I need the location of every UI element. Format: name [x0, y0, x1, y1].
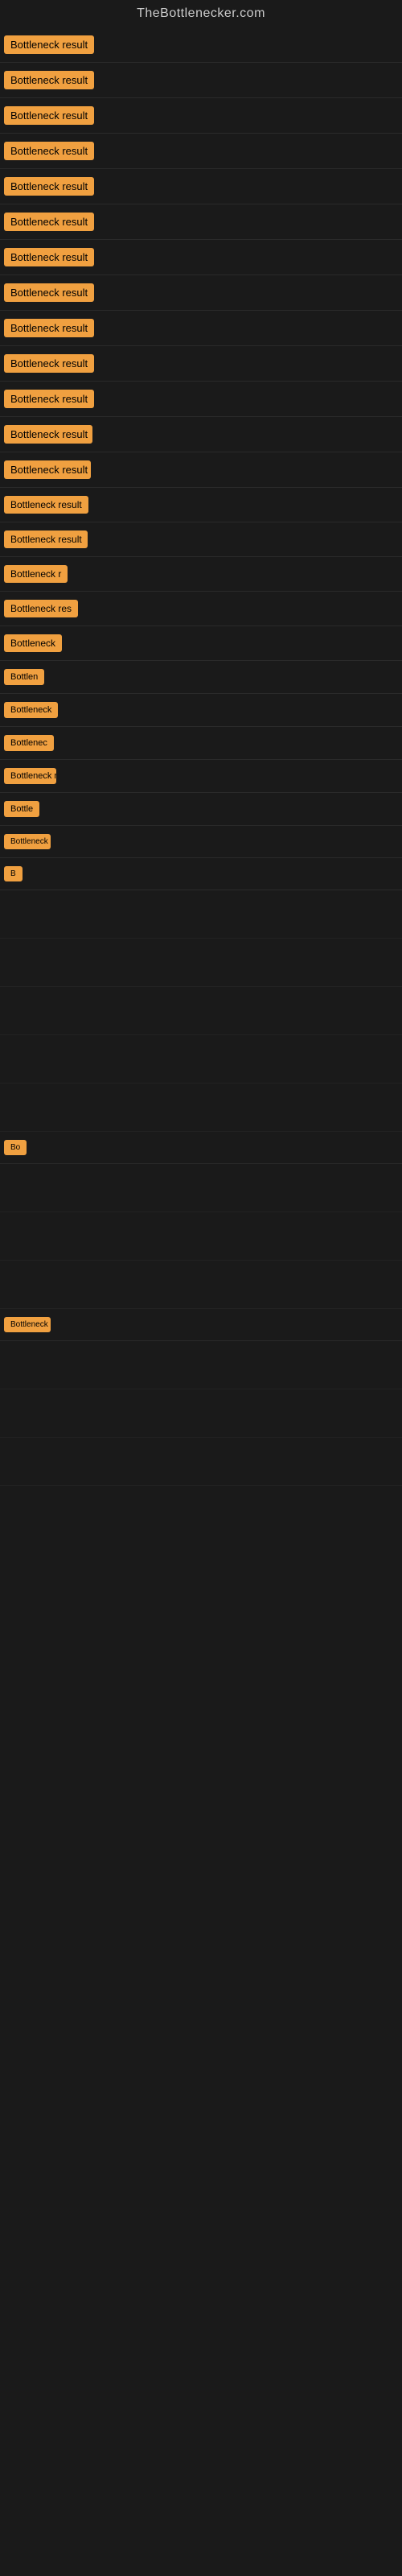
bottleneck-result-badge[interactable]: Bottleneck res [4, 600, 78, 617]
bottleneck-result-badge[interactable]: Bottleneck result [4, 142, 94, 160]
list-item: Bottlen [0, 661, 402, 694]
list-item: Bottleneck [0, 626, 402, 661]
bottleneck-result-badge[interactable]: Bottleneck result [4, 354, 94, 373]
list-item: Bottleneck result [0, 275, 402, 311]
list-item: Bottleneck result [0, 311, 402, 346]
bottleneck-result-badge[interactable]: Bottleneck result [4, 460, 91, 479]
list-item: Bottleneck [0, 826, 402, 858]
list-item [0, 1438, 402, 1486]
bottleneck-result-badge[interactable]: Bottleneck r [4, 768, 56, 784]
bottleneck-result-badge[interactable]: Bottleneck result [4, 496, 88, 514]
list-item: Bottleneck r [0, 557, 402, 592]
bottleneck-result-badge[interactable]: Bottleneck result [4, 106, 94, 125]
list-item: Bottleneck result [0, 240, 402, 275]
list-item: Bottleneck result [0, 346, 402, 382]
list-item [0, 1261, 402, 1309]
list-item [0, 890, 402, 939]
bottleneck-result-badge[interactable]: Bottleneck result [4, 213, 94, 231]
bottleneck-result-badge[interactable]: Bottleneck [4, 634, 62, 652]
list-item: Bo [0, 1132, 402, 1164]
list-item: Bottleneck result [0, 169, 402, 204]
list-item: Bottleneck r [0, 760, 402, 793]
bottleneck-result-badge[interactable]: Bottlen [4, 669, 44, 685]
list-item [0, 1341, 402, 1389]
list-item: Bottleneck result [0, 382, 402, 417]
bottleneck-result-badge[interactable]: B [4, 866, 23, 881]
list-item [0, 1212, 402, 1261]
list-item: Bottleneck result [0, 452, 402, 488]
bottleneck-result-badge[interactable]: Bottleneck result [4, 530, 88, 548]
bottleneck-result-badge[interactable]: Bottleneck result [4, 319, 94, 337]
list-item: Bottleneck result [0, 63, 402, 98]
list-item: Bottleneck result [0, 522, 402, 557]
list-item: Bottleneck result [0, 417, 402, 452]
list-item: Bottleneck result [0, 27, 402, 63]
bottleneck-result-badge[interactable]: Bottleneck result [4, 425, 92, 444]
bottleneck-result-badge[interactable]: Bottleneck result [4, 283, 94, 302]
list-item [0, 939, 402, 987]
list-item: B [0, 858, 402, 890]
bottleneck-result-badge[interactable]: Bottleneck result [4, 390, 94, 408]
site-title-bar: TheBottlenecker.com [0, 0, 402, 27]
bottleneck-result-badge[interactable]: Bottleneck r [4, 565, 68, 583]
list-item [0, 1164, 402, 1212]
bottleneck-result-badge[interactable]: Bottleneck r [4, 1317, 51, 1332]
list-item: Bottleneck res [0, 592, 402, 626]
list-item: Bottlenec [0, 727, 402, 760]
bottleneck-result-badge[interactable]: Bottle [4, 801, 39, 817]
list-item [0, 987, 402, 1035]
list-item: Bottle [0, 793, 402, 826]
list-item: Bottleneck result [0, 488, 402, 522]
list-item: Bottleneck result [0, 134, 402, 169]
bottleneck-result-badge[interactable]: Bottleneck result [4, 177, 94, 196]
list-item: Bottleneck result [0, 204, 402, 240]
site-title: TheBottlenecker.com [0, 0, 402, 27]
list-item [0, 1084, 402, 1132]
bottleneck-result-badge[interactable]: Bottleneck result [4, 35, 94, 54]
list-item [0, 1389, 402, 1438]
rows-container: Bottleneck result Bottleneck result Bottle… [0, 27, 402, 1486]
list-item [0, 1035, 402, 1084]
bottleneck-result-badge[interactable]: Bo [4, 1140, 27, 1155]
bottleneck-result-badge[interactable]: Bottleneck result [4, 248, 94, 266]
bottleneck-result-badge[interactable]: Bottleneck [4, 834, 51, 849]
bottleneck-result-badge[interactable]: Bottleneck result [4, 71, 94, 89]
bottleneck-result-badge[interactable]: Bottlenec [4, 735, 54, 751]
list-item: Bottleneck [0, 694, 402, 727]
list-item: Bottleneck r [0, 1309, 402, 1341]
list-item: Bottleneck result [0, 98, 402, 134]
bottleneck-result-badge[interactable]: Bottleneck [4, 702, 58, 718]
